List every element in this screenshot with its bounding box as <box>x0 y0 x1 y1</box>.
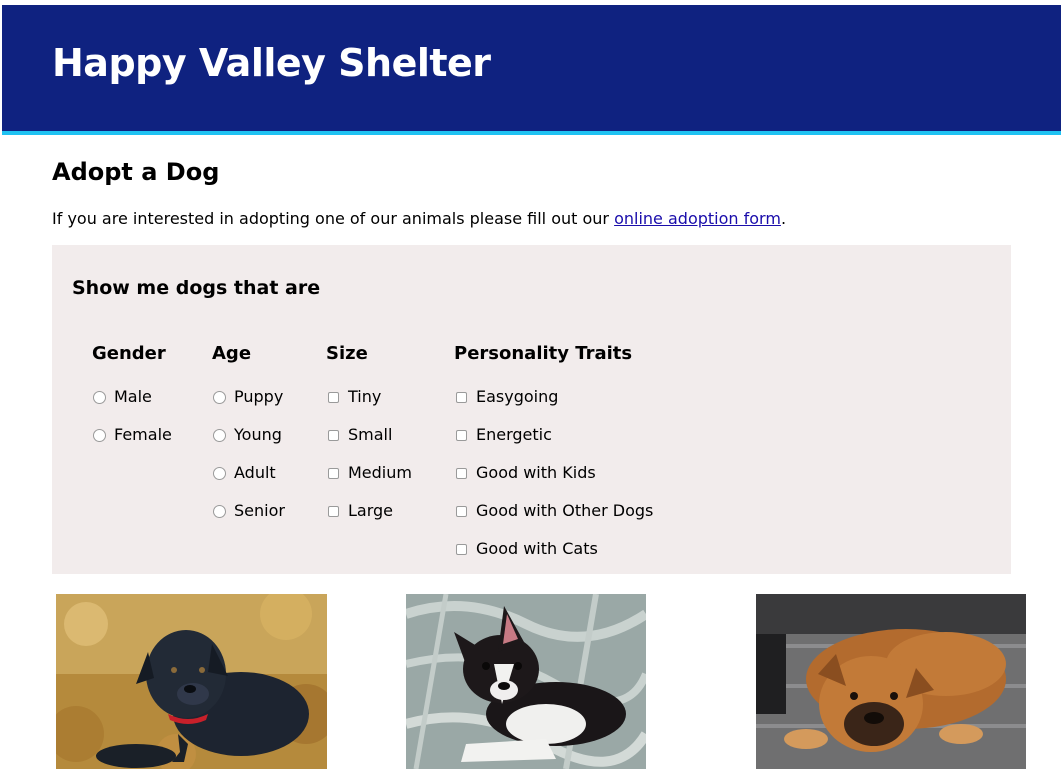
young-radio[interactable] <box>213 428 226 442</box>
size-option-medium[interactable]: Medium <box>326 453 412 491</box>
traits-title: Personality Traits <box>454 343 633 364</box>
gender-filter-group: Gender Male Female <box>92 339 172 453</box>
bulldog-dog-photo[interactable] <box>756 594 1026 769</box>
age-option-adult[interactable]: Adult <box>212 453 285 491</box>
filter-panel: Show me dogs that are Gender Male Female… <box>52 245 1011 574</box>
large-checkbox[interactable] <box>328 505 339 517</box>
option-label: Good with Cats <box>476 538 598 558</box>
option-label: Good with Kids <box>476 462 596 482</box>
good-with-other-dogs-checkbox[interactable] <box>456 505 467 517</box>
intro-period: . <box>780 209 787 228</box>
easygoing-checkbox[interactable] <box>456 391 467 403</box>
option-label: Small <box>348 424 393 444</box>
gender-option-male[interactable]: Male <box>92 377 172 415</box>
option-label: Good with Other Dogs <box>476 500 654 520</box>
option-label: Large <box>348 500 394 520</box>
adoption-form-link[interactable]: online adoption form <box>614 209 781 228</box>
gender-title: Gender <box>92 343 166 364</box>
age-option-senior[interactable]: Senior <box>212 491 285 529</box>
size-title: Size <box>326 343 368 364</box>
good-with-kids-checkbox[interactable] <box>456 467 467 479</box>
option-label: Young <box>234 424 282 444</box>
traits-filter-group: Personality Traits Easygoing Energetic G… <box>454 339 653 567</box>
small-checkbox[interactable] <box>328 429 339 441</box>
page: Happy Valley Shelter Adopt a Dog If you … <box>2 5 1061 769</box>
senior-radio[interactable] <box>213 504 226 518</box>
age-filter-group: Age Puppy Young Adult Senior <box>212 339 285 529</box>
option-label: Female <box>114 424 172 444</box>
option-label: Tiny <box>348 386 382 406</box>
option-label: Easygoing <box>476 386 559 406</box>
tiny-checkbox[interactable] <box>328 391 339 403</box>
filter-heading: Show me dogs that are <box>72 277 321 299</box>
gender-option-female[interactable]: Female <box>92 415 172 453</box>
male-radio[interactable] <box>93 390 106 404</box>
good-with-cats-checkbox[interactable] <box>456 543 467 555</box>
dog-card-terrier[interactable] <box>56 594 327 769</box>
size-filter-group: Size Tiny Small Medium Large <box>326 339 412 529</box>
medium-checkbox[interactable] <box>328 467 339 479</box>
option-label: Medium <box>348 462 412 482</box>
size-option-small[interactable]: Small <box>326 415 412 453</box>
age-option-puppy[interactable]: Puppy <box>212 377 285 415</box>
puppy-radio[interactable] <box>213 390 226 404</box>
trait-option-good-with-other-dogs[interactable]: Good with Other Dogs <box>454 491 653 529</box>
site-header: Happy Valley Shelter <box>2 5 1061 135</box>
option-label: Energetic <box>476 424 552 444</box>
adult-radio[interactable] <box>213 466 226 480</box>
age-title: Age <box>212 343 252 364</box>
size-option-large[interactable]: Large <box>326 491 412 529</box>
trait-option-good-with-kids[interactable]: Good with Kids <box>454 453 653 491</box>
age-option-young[interactable]: Young <box>212 415 285 453</box>
dog-card-bulldog[interactable] <box>756 594 1026 769</box>
option-label: Adult <box>234 462 276 482</box>
page-heading: Adopt a Dog <box>52 158 220 186</box>
site-title: Happy Valley Shelter <box>52 41 491 85</box>
intro-text: If you are interested in adopting one of… <box>52 207 786 231</box>
trait-option-easygoing[interactable]: Easygoing <box>454 377 653 415</box>
option-label: Male <box>114 386 152 406</box>
female-radio[interactable] <box>93 428 106 442</box>
energetic-checkbox[interactable] <box>456 429 467 441</box>
trait-option-good-with-cats[interactable]: Good with Cats <box>454 529 653 567</box>
boston-terrier-dog-photo[interactable] <box>406 594 646 769</box>
option-label: Puppy <box>234 386 284 406</box>
size-option-tiny[interactable]: Tiny <box>326 377 412 415</box>
option-label: Senior <box>234 500 285 520</box>
intro-sentence: If you are interested in adopting one of… <box>52 209 615 228</box>
trait-option-energetic[interactable]: Energetic <box>454 415 653 453</box>
terrier-dog-photo[interactable] <box>56 594 327 769</box>
dog-card-boston-terrier[interactable] <box>406 594 646 769</box>
